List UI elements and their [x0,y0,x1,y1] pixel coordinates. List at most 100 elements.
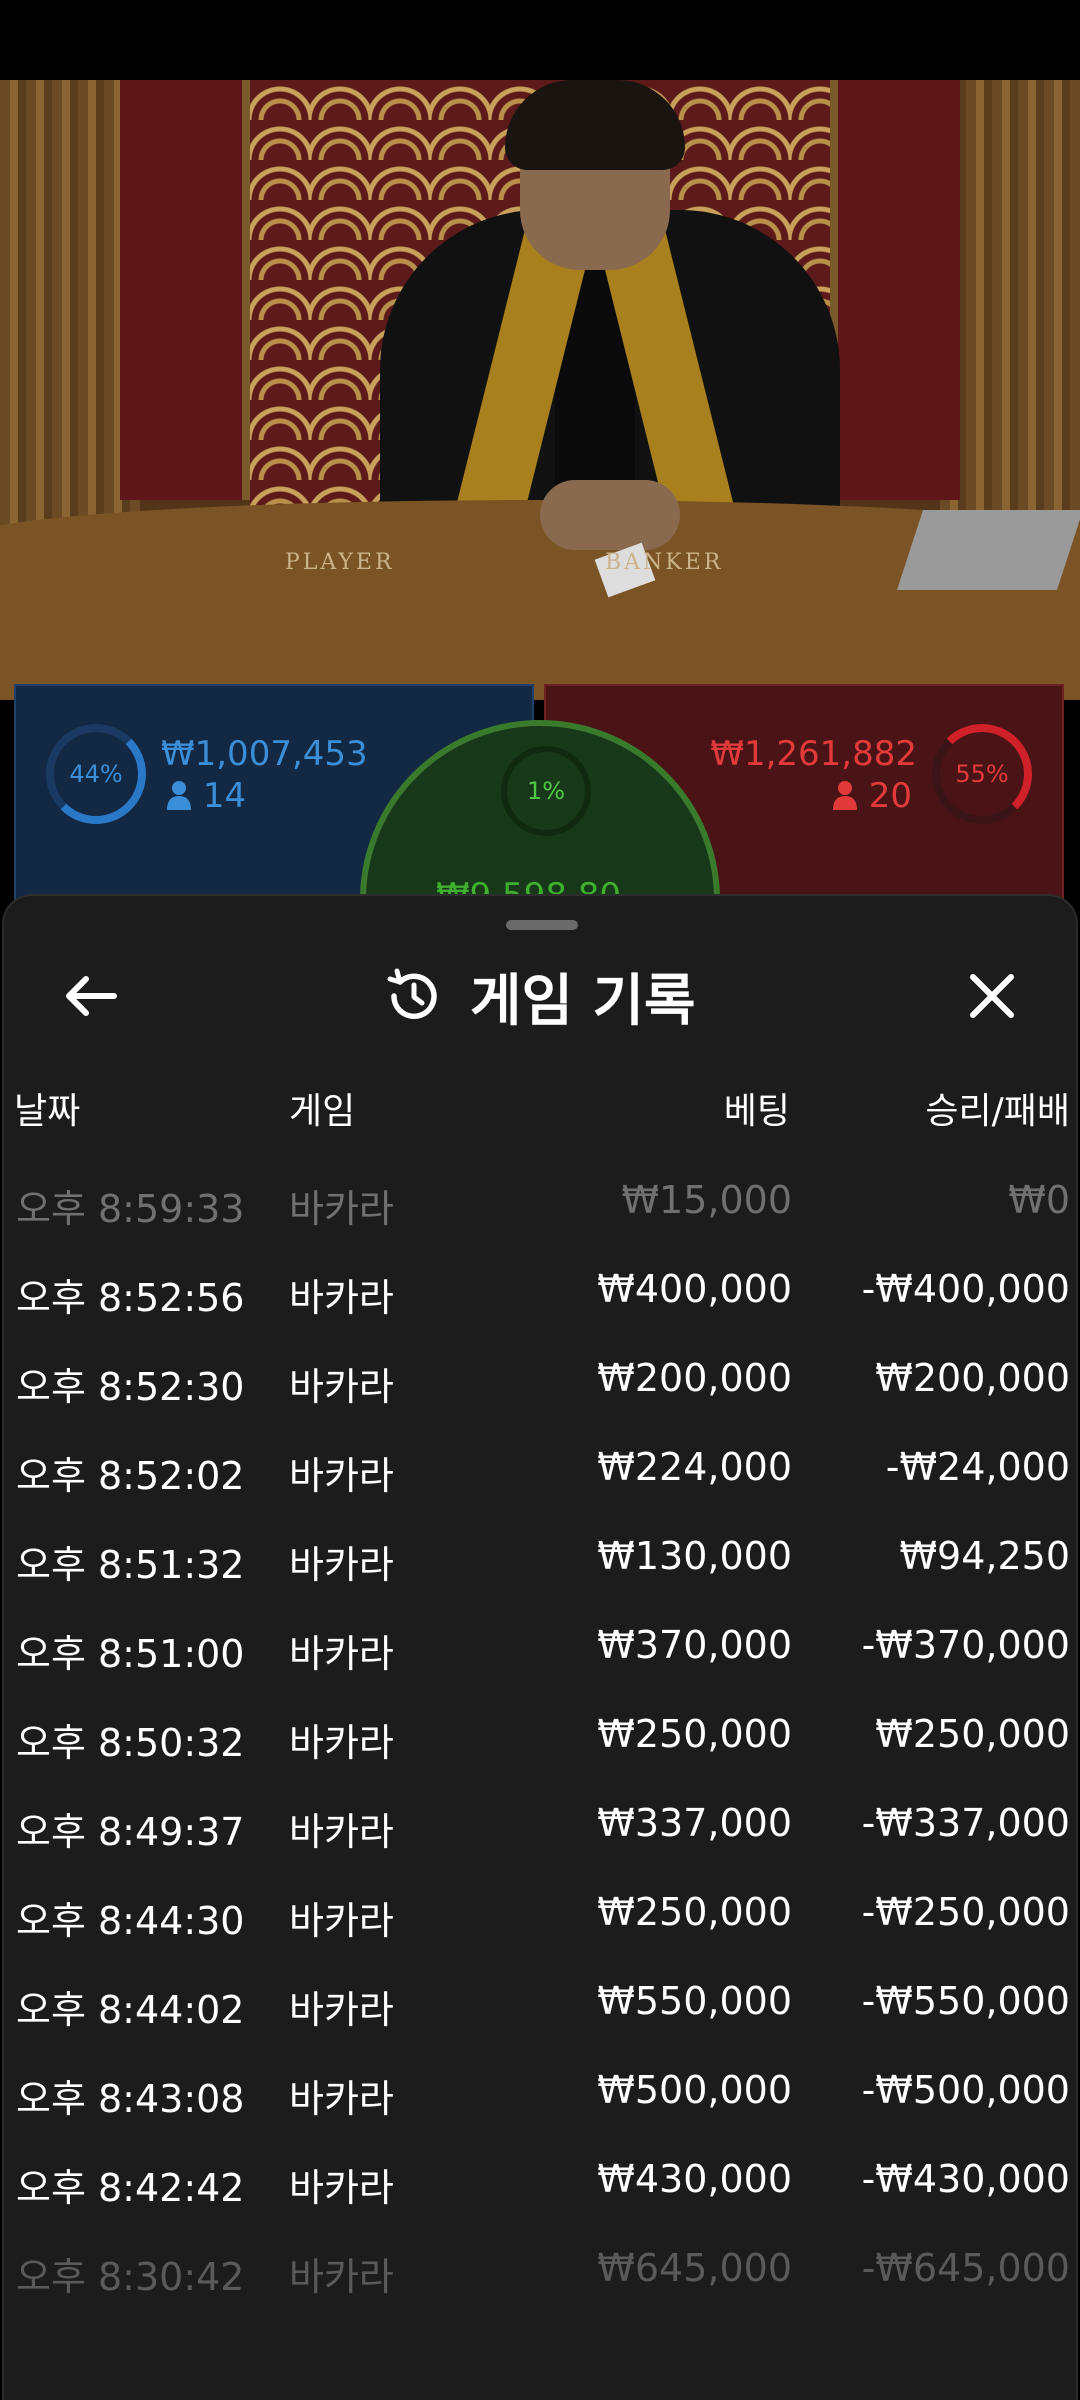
row-game: 바카라 [289,1454,394,1498]
close-icon [970,974,1014,1018]
status-bar [0,0,1080,80]
row-game: 바카라 [289,1810,394,1854]
dealer-hands [540,480,680,550]
history-list: 오후 8:59:33 바카라 ₩15,000 ₩0 오후 8:52:56 바카라… [4,1158,1076,2315]
row-bet: ₩130,000 [597,1534,792,1578]
table-row[interactable]: 오후 8:49:37 바카라 ₩337,000 -₩337,000 [4,1781,1076,1870]
table-row[interactable]: 오후 8:50:32 바카라 ₩250,000 ₩250,000 [4,1692,1076,1781]
back-button[interactable] [52,958,128,1034]
row-bet: ₩430,000 [597,2157,792,2201]
row-time: 오후 8:52:30 [16,1365,245,1409]
column-header-win-loss: 승리/패배 [925,1091,1070,1132]
row-game: 바카라 [289,1988,394,2032]
row-game: 바카라 [289,1632,394,1676]
player-percent-ring: 44% [46,724,146,824]
column-header-game: 게임 [289,1091,356,1132]
table-row[interactable]: 오후 8:44:02 바카라 ₩550,000 -₩550,000 [4,1959,1076,2048]
player-percent: 44% [69,760,123,788]
table-row[interactable]: 오후 8:51:00 바카라 ₩370,000 -₩370,000 [4,1603,1076,1692]
app-root: PLAYER BANKER 44% ₩1,007,453 14 55% ₩1,2… [0,0,1080,2400]
person-icon [832,781,857,810]
player-bettor-count: 14 [166,776,246,816]
table-row[interactable]: 오후 8:30:42 바카라 ₩645,000 -₩645,000 [4,2226,1076,2315]
row-game: 바카라 [289,2077,394,2121]
player-total-amount: ₩1,007,453 [161,734,368,774]
row-time: 오후 8:30:42 [16,2255,245,2299]
table-label-banker: BANKER [605,550,724,575]
banker-total-amount: ₩1,261,882 [710,734,917,774]
card-shoe [897,510,1080,590]
row-win-loss: -₩550,000 [861,1979,1070,2023]
person-icon [167,781,191,810]
row-game: 바카라 [289,1187,394,1231]
row-win-loss: -₩400,000 [861,1267,1070,1311]
banker-count-value: 20 [868,776,912,816]
row-bet: ₩200,000 [597,1356,792,1400]
table-header: 날짜 게임 베팅 승리/패배 [4,1082,1076,1138]
table-row[interactable]: 오후 8:52:56 바카라 ₩400,000 -₩400,000 [4,1247,1076,1336]
row-bet: ₩370,000 [597,1623,792,1667]
row-win-loss: ₩94,250 [899,1534,1070,1578]
row-game: 바카라 [289,1543,394,1587]
row-game: 바카라 [289,1276,394,1320]
right-red-panel [830,80,960,500]
row-win-loss: -₩370,000 [861,1623,1070,1667]
row-time: 오후 8:50:32 [16,1721,245,1765]
banker-percent-ring: 55% [932,724,1032,824]
row-win-loss: -₩24,000 [885,1445,1070,1489]
row-time: 오후 8:42:42 [16,2166,245,2210]
row-time: 오후 8:49:37 [16,1810,245,1854]
row-time: 오후 8:51:32 [16,1543,245,1587]
game-history-sheet: 게임 기록 날짜 게임 베팅 승리/패배 오후 8:59:33 바카라 ₩15,… [2,894,1078,2400]
row-win-loss: -₩645,000 [861,2246,1070,2290]
row-bet: ₩550,000 [597,1979,792,2023]
row-bet: ₩250,000 [597,1890,792,1934]
table-row[interactable]: 오후 8:44:30 바카라 ₩250,000 -₩250,000 [4,1870,1076,1959]
table-row[interactable]: 오후 8:52:02 바카라 ₩224,000 -₩24,000 [4,1425,1076,1514]
left-red-panel [120,80,250,500]
row-game: 바카라 [289,1721,394,1765]
table-row[interactable]: 오후 8:43:08 바카라 ₩500,000 -₩500,000 [4,2048,1076,2137]
table-row[interactable]: 오후 8:59:33 바카라 ₩15,000 ₩0 [4,1158,1076,1247]
row-bet: ₩224,000 [597,1445,792,1489]
row-win-loss: -₩430,000 [861,2157,1070,2201]
column-header-bet: 베팅 [723,1091,790,1132]
row-win-loss: ₩250,000 [875,1712,1070,1756]
row-game: 바카라 [289,1365,394,1409]
row-win-loss: ₩200,000 [875,1356,1070,1400]
tie-percent-ring: 1% [501,746,591,836]
table-row[interactable]: 오후 8:51:32 바카라 ₩130,000 ₩94,250 [4,1514,1076,1603]
row-time: 오후 8:43:08 [16,2077,245,2121]
table-label-player: PLAYER [285,550,395,575]
banker-percent: 55% [955,760,1009,788]
table-row[interactable]: 오후 8:42:42 바카라 ₩430,000 -₩430,000 [4,2137,1076,2226]
live-video: PLAYER BANKER [0,80,1080,700]
row-time: 오후 8:52:56 [16,1276,245,1320]
row-win-loss: ₩0 [1008,1178,1070,1222]
row-game: 바카라 [289,1899,394,1943]
banker-bettor-count: 20 [832,776,912,816]
row-game: 바카라 [289,2166,394,2210]
table-row[interactable]: 오후 8:52:30 바카라 ₩200,000 ₩200,000 [4,1336,1076,1425]
row-bet: ₩645,000 [597,2246,792,2290]
row-bet: ₩500,000 [597,2068,792,2112]
row-bet: ₩400,000 [597,1267,792,1311]
row-game: 바카라 [289,2255,394,2299]
row-time: 오후 8:44:02 [16,1988,245,2032]
close-button[interactable] [954,958,1030,1034]
arrow-left-icon [66,976,117,1016]
row-bet: ₩15,000 [621,1178,792,1222]
player-count-value: 14 [202,776,247,816]
row-time: 오후 8:44:30 [16,1899,245,1943]
dealer-hair [505,80,685,170]
page-title: 게임 기록 [470,968,696,1034]
row-win-loss: -₩337,000 [861,1801,1070,1845]
sheet-drag-handle[interactable] [506,920,578,930]
row-bet: ₩250,000 [597,1712,792,1756]
row-win-loss: -₩500,000 [861,2068,1070,2112]
sheet-header: 게임 기록 [384,958,696,1034]
row-bet: ₩337,000 [597,1801,792,1845]
tie-percent: 1% [526,777,566,805]
row-time: 오후 8:51:00 [16,1632,245,1676]
row-time: 오후 8:59:33 [16,1187,245,1231]
